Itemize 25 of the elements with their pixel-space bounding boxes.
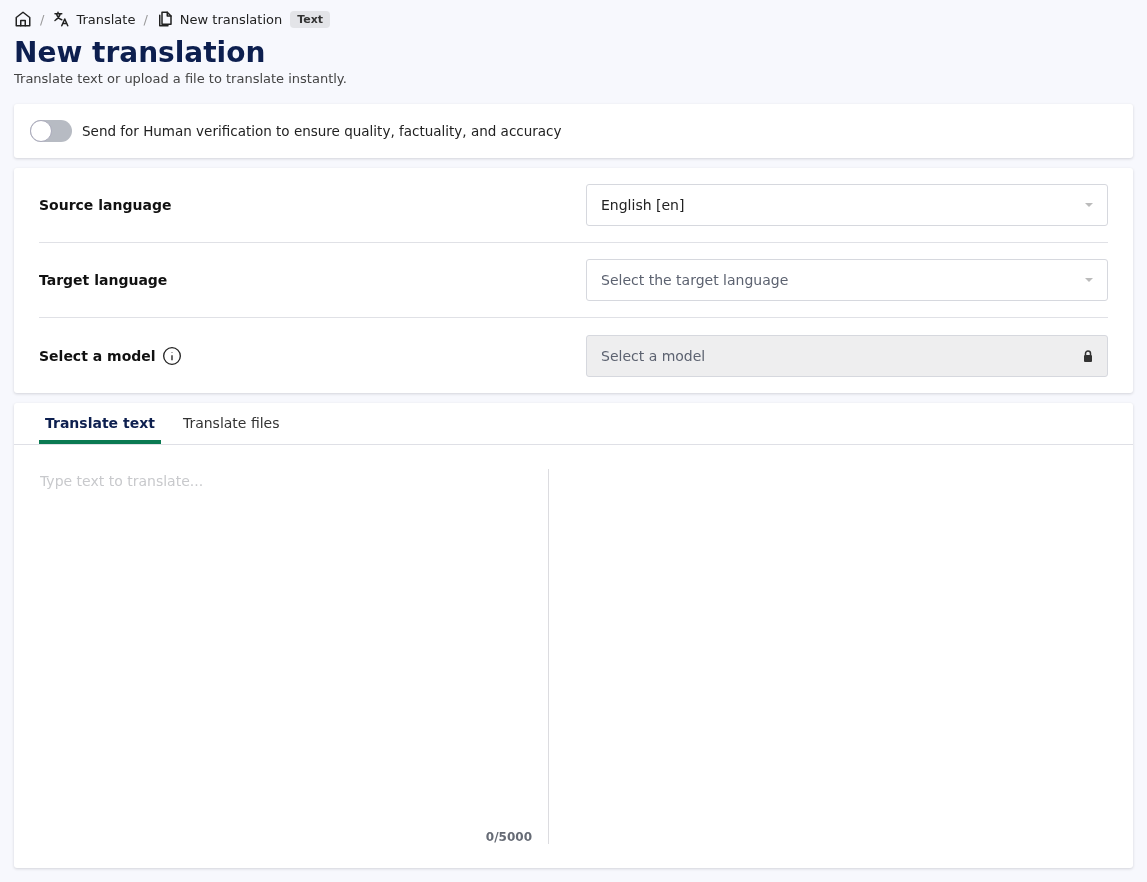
- setting-label: Source language: [39, 197, 172, 213]
- breadcrumb-separator: /: [143, 11, 148, 27]
- caret-icon: [1085, 202, 1093, 208]
- verification-switch[interactable]: [30, 120, 72, 142]
- translate-icon: [52, 10, 71, 28]
- home-link[interactable]: [14, 10, 32, 28]
- lock-icon: [1083, 349, 1093, 362]
- verification-label: Send for Human verification to ensure quality, factuality, and accuracy: [82, 123, 562, 139]
- type-tag: Text: [290, 10, 331, 28]
- setting-label: Target language: [39, 272, 168, 288]
- caret-icon: [1085, 277, 1093, 283]
- home-icon: [14, 10, 32, 28]
- language-select[interactable]: English [en]: [586, 184, 1108, 226]
- page-subtitle: Translate text or upload a file to translate instantly.: [14, 71, 348, 86]
- breadcrumb-link[interactable]: Translate: [52, 10, 136, 28]
- setting-label: Select a model: [39, 347, 156, 364]
- model-select[interactable]: Select a model: [586, 334, 1108, 377]
- page-title: New translation: [14, 36, 267, 69]
- breadcrumb-link[interactable]: New translation: [155, 10, 283, 28]
- character-counter: 0/5000: [485, 830, 532, 844]
- language-select[interactable]: Select the target language: [586, 259, 1108, 301]
- tab[interactable]: Translate files: [176, 403, 286, 444]
- breadcrumb-separator: /: [40, 11, 45, 27]
- tab[interactable]: Translate text: [39, 403, 161, 444]
- info-icon[interactable]: [161, 345, 182, 366]
